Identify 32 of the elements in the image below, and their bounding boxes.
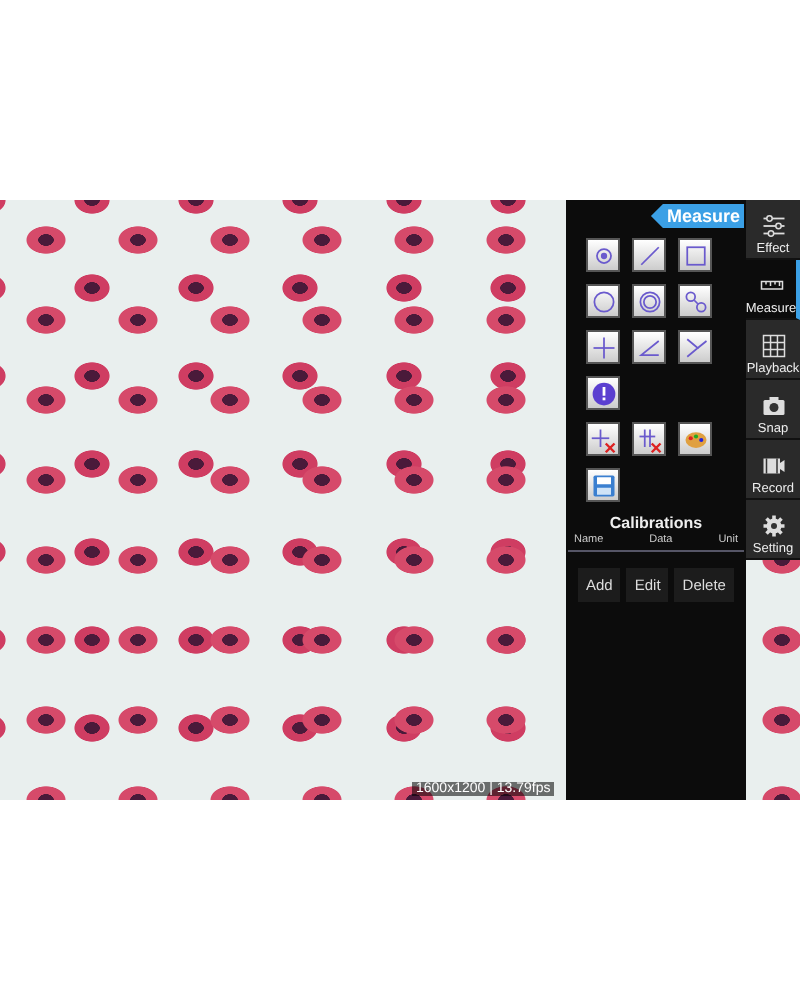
rectangle-tool-button[interactable] (678, 238, 712, 272)
delete-one-tool-button[interactable] (586, 422, 620, 456)
film-icon (761, 454, 785, 478)
alert-icon (589, 379, 617, 407)
cross-tool-button[interactable] (586, 330, 620, 364)
camera-icon (761, 394, 785, 418)
line-icon (635, 241, 663, 269)
save-icon (589, 471, 617, 499)
delete-all-icon (635, 425, 663, 453)
alert-tool-button[interactable] (586, 376, 620, 410)
gear-icon (761, 514, 785, 538)
sliders-icon (761, 214, 785, 238)
panel-tag: Measure (650, 204, 744, 228)
palette-tool-button[interactable] (678, 422, 712, 456)
delete-one-icon (589, 425, 617, 453)
circle-tool-button[interactable] (586, 284, 620, 318)
delete-all-tool-button[interactable] (632, 422, 666, 456)
cross-icon (589, 333, 617, 361)
rings-icon (635, 287, 663, 315)
linked-circles-icon (681, 287, 709, 315)
point-tool-button[interactable] (586, 238, 620, 272)
calibrations-title: Calibrations (607, 514, 705, 532)
polyline-icon (681, 333, 709, 361)
polyline-tool-button[interactable] (678, 330, 712, 364)
circle-icon (589, 287, 617, 315)
line-tool-button[interactable] (632, 238, 666, 272)
angle-tool-button[interactable] (632, 330, 666, 364)
grid-icon (761, 334, 785, 358)
rings-tool-button[interactable] (632, 284, 666, 318)
save-tool-button[interactable] (586, 468, 620, 502)
rectangle-icon (681, 241, 709, 269)
linked-circles-tool-button[interactable] (678, 284, 712, 318)
